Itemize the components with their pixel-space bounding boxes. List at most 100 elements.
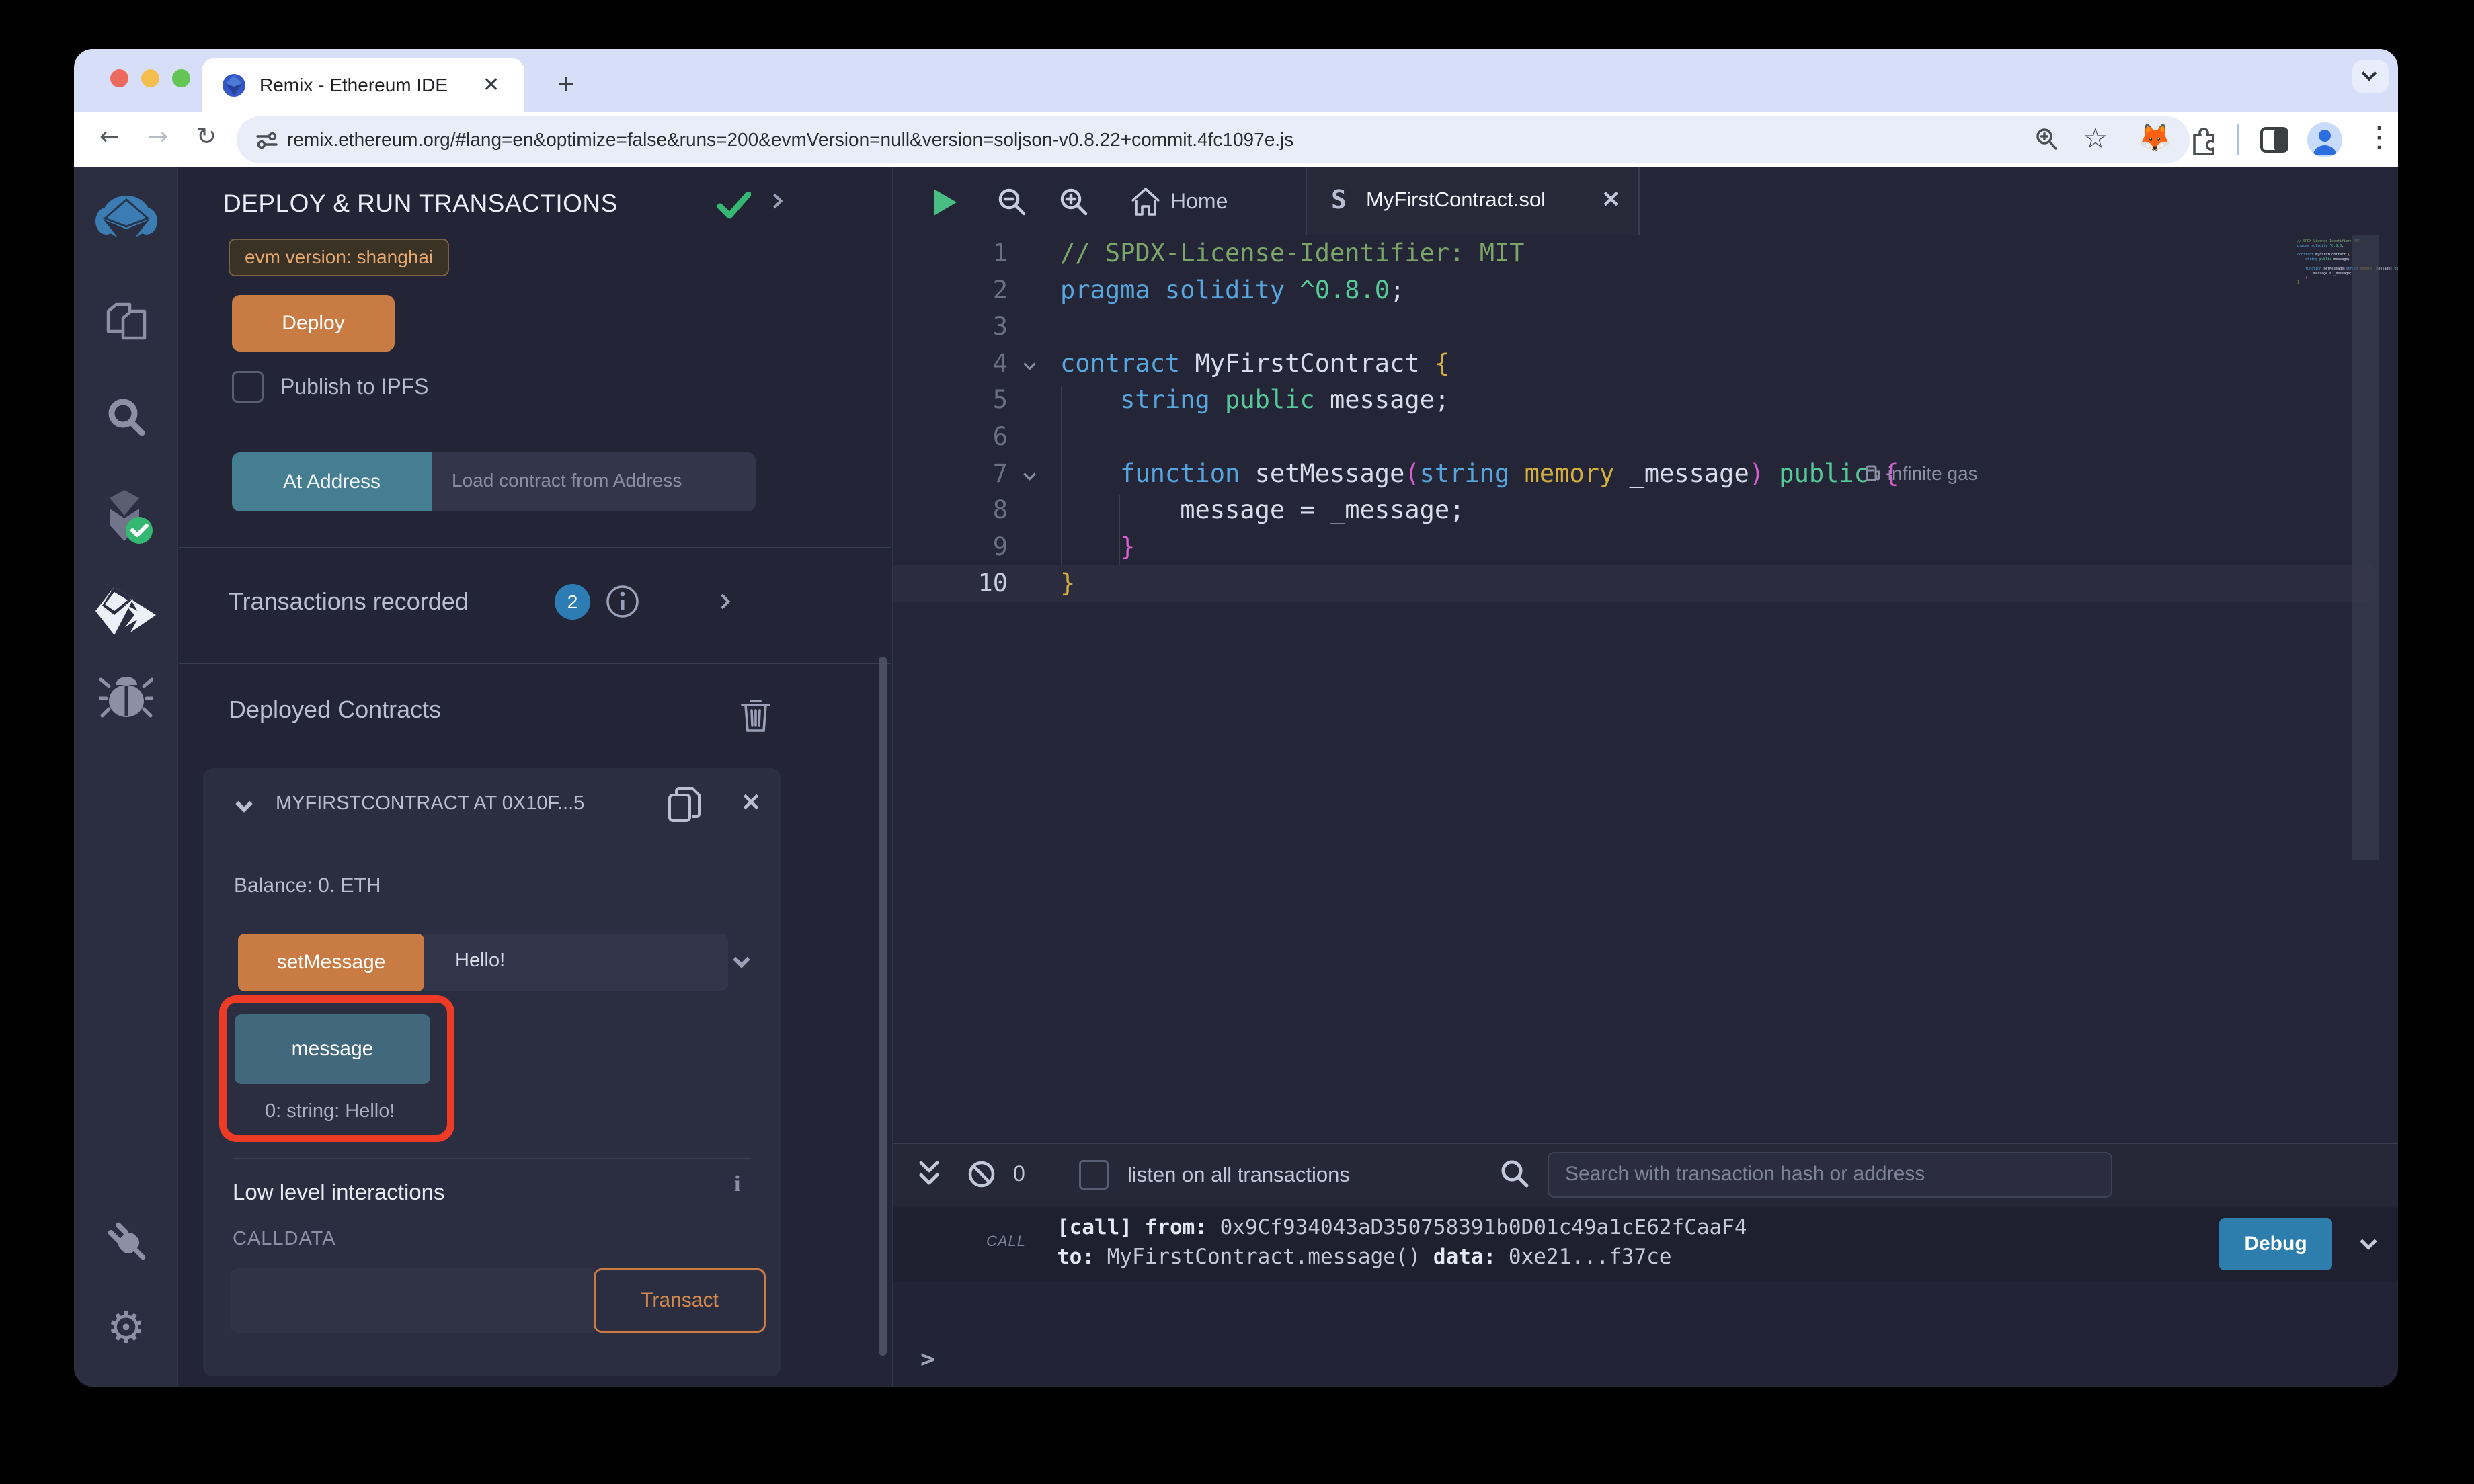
solidity-file-icon: S [1331, 185, 1347, 214]
reload-icon[interactable]: ↻ [196, 123, 216, 151]
browser-tab[interactable]: Remix - Ethereum IDE ✕ [202, 58, 524, 112]
code-line: } [1060, 569, 1075, 597]
run-script-play-icon[interactable] [934, 189, 957, 216]
extensions-icon[interactable] [2188, 124, 2219, 155]
solidity-compiler-icon[interactable] [74, 489, 178, 563]
listen-all-transactions-label: listen on all transactions [1127, 1163, 1350, 1187]
info-icon[interactable] [605, 584, 640, 619]
listen-all-transactions-checkbox[interactable] [1079, 1160, 1109, 1190]
deploy-and-run-icon[interactable] [74, 585, 178, 659]
contract-balance: Balance: 0. ETH [234, 874, 381, 897]
divider [179, 547, 891, 548]
trash-icon[interactable] [741, 698, 770, 733]
browser-tab-strip: Remix - Ethereum IDE ✕ + [74, 49, 2398, 112]
line-number: 10 [893, 569, 1008, 597]
contract-close-icon[interactable]: ✕ [741, 788, 761, 817]
line-number: 6 [893, 422, 1008, 451]
current-line-highlight [893, 565, 2372, 602]
bookmark-star-icon[interactable]: ☆ [2083, 122, 2108, 155]
at-address-placeholder: Load contract from Address [452, 470, 682, 491]
toolbar-separator [2237, 124, 2239, 155]
side-panel-icon[interactable] [2259, 124, 2290, 155]
address-bar[interactable]: remix.ethereum.org/#lang=en&optimize=fal… [237, 116, 2190, 163]
collapse-terminal-icon[interactable] [918, 1159, 941, 1190]
fold-chevron-icon[interactable] [1025, 360, 1034, 372]
copy-address-icon[interactable] [667, 786, 702, 825]
forward-icon[interactable]: → [148, 123, 168, 151]
code-line: pragma solidity ^0.8.0; [1060, 276, 1404, 304]
transactions-recorded-label: Transactions recorded [229, 587, 469, 616]
debugger-icon[interactable] [74, 671, 178, 745]
info-icon[interactable]: i [734, 1171, 740, 1197]
set-message-value: Hello! [455, 950, 505, 972]
evm-version-badge: evm version: shanghai [229, 239, 449, 276]
code-line: } [1060, 532, 1135, 561]
zoom-page-icon[interactable] [2033, 126, 2060, 153]
fold-chevron-icon[interactable] [1025, 470, 1034, 482]
message-button[interactable]: message [235, 1014, 430, 1084]
new-tab-button[interactable]: + [545, 64, 588, 107]
terminal-toolbar: 0 listen on all transactions Search with… [893, 1144, 2398, 1206]
publish-ipfs-checkbox[interactable] [232, 371, 264, 403]
settings-gear-icon[interactable]: ⚙ [74, 1303, 178, 1377]
browser-window: Remix - Ethereum IDE ✕ + ← → ↻ remix.eth… [74, 49, 2398, 1387]
editor-scrollbar[interactable] [2352, 235, 2379, 860]
menu-dots-icon[interactable]: ⋮ [2365, 120, 2393, 153]
at-address-input[interactable]: Load contract from Address [432, 452, 756, 511]
contract-collapse-chevron-icon[interactable] [238, 798, 250, 813]
browser-toolbar: ← → ↻ remix.ethereum.org/#lang=en&optimi… [74, 112, 2398, 167]
gas-annotation: infinite gas [1865, 463, 1978, 485]
tab-search-chevron-button[interactable] [2352, 60, 2389, 93]
editor-region: Home S MyFirstContract.sol ✕ 1 // SPDX-Li… [892, 167, 2398, 1387]
remix-logo-icon[interactable] [74, 193, 178, 267]
window-zoom-button[interactable] [172, 69, 190, 87]
calldata-label: CALLDATA [233, 1228, 336, 1250]
zoom-out-icon[interactable] [994, 185, 1029, 220]
remix-app: ⚙ DEPLOY & RUN TRANSACTIONS evm version:… [74, 167, 2398, 1387]
editor-tab-bar: Home S MyFirstContract.sol ✕ [893, 167, 2398, 235]
zoom-in-icon[interactable] [1056, 185, 1091, 220]
divider [233, 1158, 751, 1159]
calldata-input[interactable] [231, 1268, 594, 1333]
back-icon[interactable]: ← [99, 123, 120, 151]
panel-scrollbar[interactable] [879, 657, 887, 1356]
log-expand-chevron-icon[interactable] [2362, 1235, 2375, 1251]
line-number: 1 [893, 239, 1008, 267]
file-explorer-icon[interactable] [74, 302, 178, 376]
clear-console-icon[interactable] [966, 1159, 997, 1190]
activity-bar: ⚙ [74, 167, 178, 1387]
terminal-log-row[interactable]: CALL [call] from: 0x9Cf934043aD350758391… [893, 1208, 2398, 1282]
minimap[interactable]: // SPDX-License-Identifier: MITpragma so… [2297, 239, 2398, 285]
tab-home[interactable]: Home [1129, 182, 1263, 222]
tab-close-icon[interactable]: ✕ [483, 73, 500, 97]
set-message-button[interactable]: setMessage [238, 934, 424, 991]
url-text[interactable]: remix.ethereum.org/#lang=en&optimize=fal… [287, 129, 1293, 151]
metamask-icon[interactable]: 🦊 [2138, 122, 2171, 153]
home-tab-label: Home [1170, 189, 1228, 214]
file-tab-label: MyFirstContract.sol [1366, 188, 1546, 212]
code-editor[interactable]: 1 // SPDX-License-Identifier: MIT 2 pragma … [893, 235, 2398, 1143]
terminal-prompt[interactable]: > [920, 1346, 935, 1373]
search-icon[interactable] [74, 396, 178, 470]
plugin-manager-icon[interactable] [74, 1214, 178, 1288]
deploy-button[interactable]: Deploy [232, 295, 395, 352]
transact-button[interactable]: Transact [594, 1268, 766, 1333]
panel-expand-chevron-icon[interactable] [770, 196, 781, 210]
code-line: contract MyFirstContract { [1060, 349, 1449, 378]
window-minimize-button[interactable] [141, 69, 159, 87]
low-level-interactions-title: Low level interactions [233, 1180, 445, 1205]
set-message-expand-chevron-icon[interactable] [735, 954, 748, 969]
terminal-search-input[interactable]: Search with transaction hash or address [1548, 1152, 2112, 1198]
at-address-button[interactable]: At Address [232, 452, 432, 511]
debug-button[interactable]: Debug [2219, 1218, 2332, 1270]
code-line: // SPDX-License-Identifier: MIT [1060, 239, 1525, 267]
line-number: 2 [893, 276, 1008, 304]
profile-avatar[interactable] [2307, 122, 2342, 157]
site-settings-icon[interactable] [254, 128, 280, 153]
transactions-expand-chevron-icon[interactable] [717, 596, 728, 610]
line-number: 8 [893, 495, 1008, 524]
set-message-input[interactable]: Hello! [424, 934, 728, 991]
tab-myfirstcontract[interactable]: S MyFirstContract.sol ✕ [1306, 167, 1640, 235]
window-close-button[interactable] [110, 69, 128, 87]
file-tab-close-icon[interactable]: ✕ [1601, 186, 1621, 213]
